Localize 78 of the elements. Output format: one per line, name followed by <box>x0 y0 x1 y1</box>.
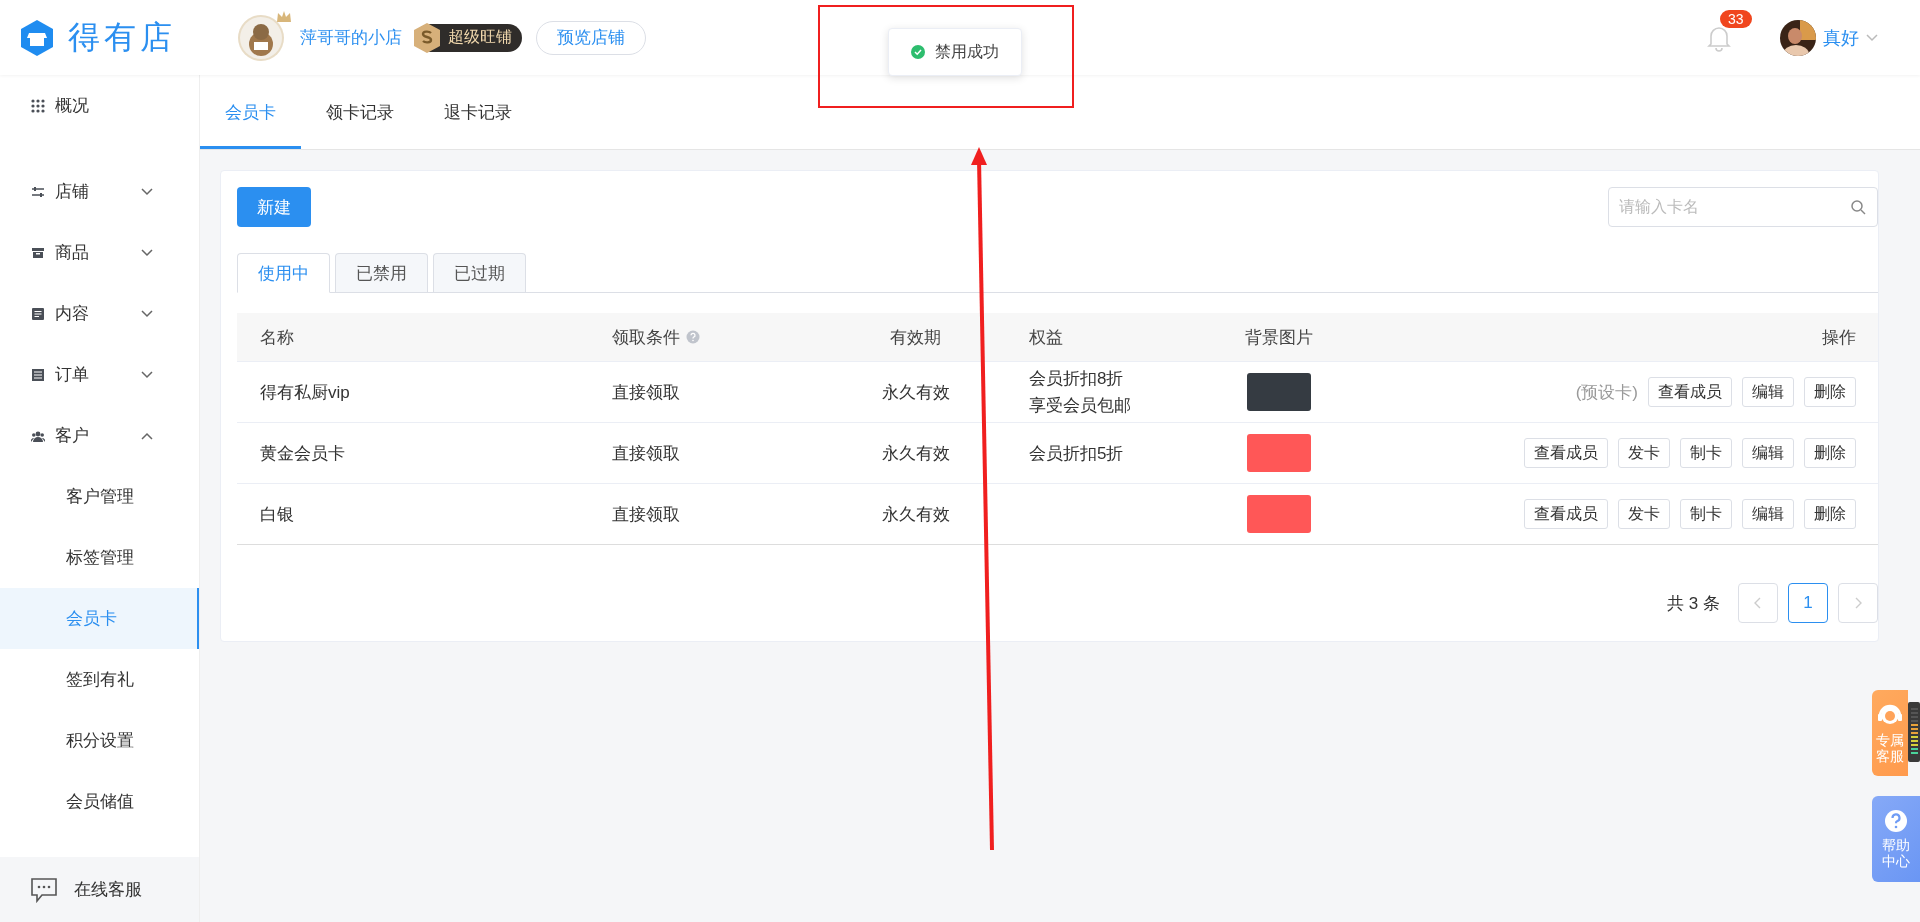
action-button[interactable]: 制卡 <box>1680 499 1732 529</box>
chevron-down-icon <box>141 248 153 257</box>
shop-logo-icon <box>20 18 54 57</box>
sidebar-subitem[interactable]: 积分设置 <box>0 710 199 771</box>
chevron-up-icon <box>141 431 153 440</box>
column-header: 权益 <box>1029 326 1063 349</box>
column-header: 操作 <box>1822 326 1856 349</box>
action-button[interactable]: 查看成员 <box>1524 438 1608 468</box>
table-cell-text: 会员折扣5折 <box>1029 442 1124 465</box>
table-cell-text: 直接领取 <box>612 442 680 465</box>
action-button[interactable]: 制卡 <box>1680 438 1732 468</box>
table-cell-text: 享受会员包邮 <box>1029 395 1131 417</box>
previous-page-button[interactable] <box>1738 583 1778 623</box>
page-tab[interactable]: 领卡记录 <box>301 75 419 149</box>
action-button[interactable]: 查看成员 <box>1524 499 1608 529</box>
sidebar-subitem[interactable]: 客户管理 <box>0 466 199 527</box>
action-button[interactable]: 编辑 <box>1742 499 1794 529</box>
help-icon[interactable] <box>686 330 700 344</box>
column-header: 领取条件 <box>612 326 680 349</box>
action-button[interactable]: 删除 <box>1804 377 1856 407</box>
chevron-left-icon <box>1754 597 1762 609</box>
preset-note: (预设卡) <box>1575 381 1638 404</box>
column-header: 背景图片 <box>1245 326 1313 349</box>
toast-message: 禁用成功 <box>888 28 1022 76</box>
meter-drawing <box>1908 702 1920 762</box>
s-hexagon-icon <box>412 21 442 54</box>
crown-icon <box>276 9 292 24</box>
document-icon <box>31 306 45 321</box>
table-cell-text: 得有私厨vip <box>260 381 350 404</box>
sliders-icon <box>31 184 45 199</box>
status-tab[interactable]: 已过期 <box>433 253 526 292</box>
search-icon <box>1850 199 1866 215</box>
next-page-button[interactable] <box>1838 583 1878 623</box>
sidebar-subitem[interactable]: 标签管理 <box>0 527 199 588</box>
list-icon <box>31 367 45 382</box>
shop-level-badge: 超级旺铺 <box>416 23 522 52</box>
action-button[interactable]: 编辑 <box>1742 377 1794 407</box>
table-cell-text: 会员折扣8折 <box>1029 368 1124 390</box>
brand-name: 得有店 <box>68 17 176 57</box>
table-cell-text: 直接领取 <box>612 381 680 404</box>
action-button[interactable]: 编辑 <box>1742 438 1794 468</box>
sidebar-item[interactable]: 店铺 <box>0 161 199 222</box>
table-cell-text: 永久有效 <box>881 381 950 404</box>
sidebar-item[interactable]: 概况 <box>0 75 199 136</box>
check-circle-icon <box>911 45 925 59</box>
action-button[interactable]: 查看成员 <box>1648 377 1732 407</box>
page-tab[interactable]: 退卡记录 <box>419 75 537 149</box>
grid-icon <box>31 98 45 113</box>
total-count: 共 3 条 <box>1667 592 1720 615</box>
chevron-down-icon <box>141 370 153 379</box>
chevron-right-icon <box>1854 597 1862 609</box>
sidebar-item[interactable]: 内容 <box>0 283 199 344</box>
table-cell-text: 永久有效 <box>881 442 950 465</box>
chevron-down-icon <box>141 309 153 318</box>
table-cell-text: 永久有效 <box>881 503 950 526</box>
action-button[interactable]: 删除 <box>1804 499 1856 529</box>
chat-bubble-icon <box>30 876 58 903</box>
action-button[interactable]: 删除 <box>1804 438 1856 468</box>
column-header: 名称 <box>260 326 294 349</box>
sidebar-subitem[interactable]: 签到有礼 <box>0 649 199 710</box>
chevron-down-icon <box>141 187 153 196</box>
chevron-down-icon <box>1866 33 1878 42</box>
box-icon <box>31 245 45 260</box>
status-tab[interactable]: 已禁用 <box>335 253 428 292</box>
search-field[interactable]: 请输入卡名 <box>1608 187 1878 227</box>
action-button[interactable]: 发卡 <box>1618 499 1670 529</box>
help-icon <box>1884 808 1908 833</box>
notification-count: 33 <box>1720 9 1752 28</box>
sidebar-item[interactable]: 商品 <box>0 222 199 283</box>
column-header: 有效期 <box>890 326 941 349</box>
sidebar-subitem[interactable]: 会员储值 <box>0 771 199 832</box>
table-cell-text: 黄金会员卡 <box>260 442 345 465</box>
table-cell-text: 直接领取 <box>612 503 680 526</box>
action-button[interactable]: 发卡 <box>1618 438 1670 468</box>
sidebar-item[interactable]: 客户 <box>0 405 199 466</box>
sidebar-item[interactable]: 订单 <box>0 344 199 405</box>
table-cell-text: 白银 <box>260 503 294 526</box>
online-service-link[interactable]: 在线客服 <box>74 878 142 901</box>
